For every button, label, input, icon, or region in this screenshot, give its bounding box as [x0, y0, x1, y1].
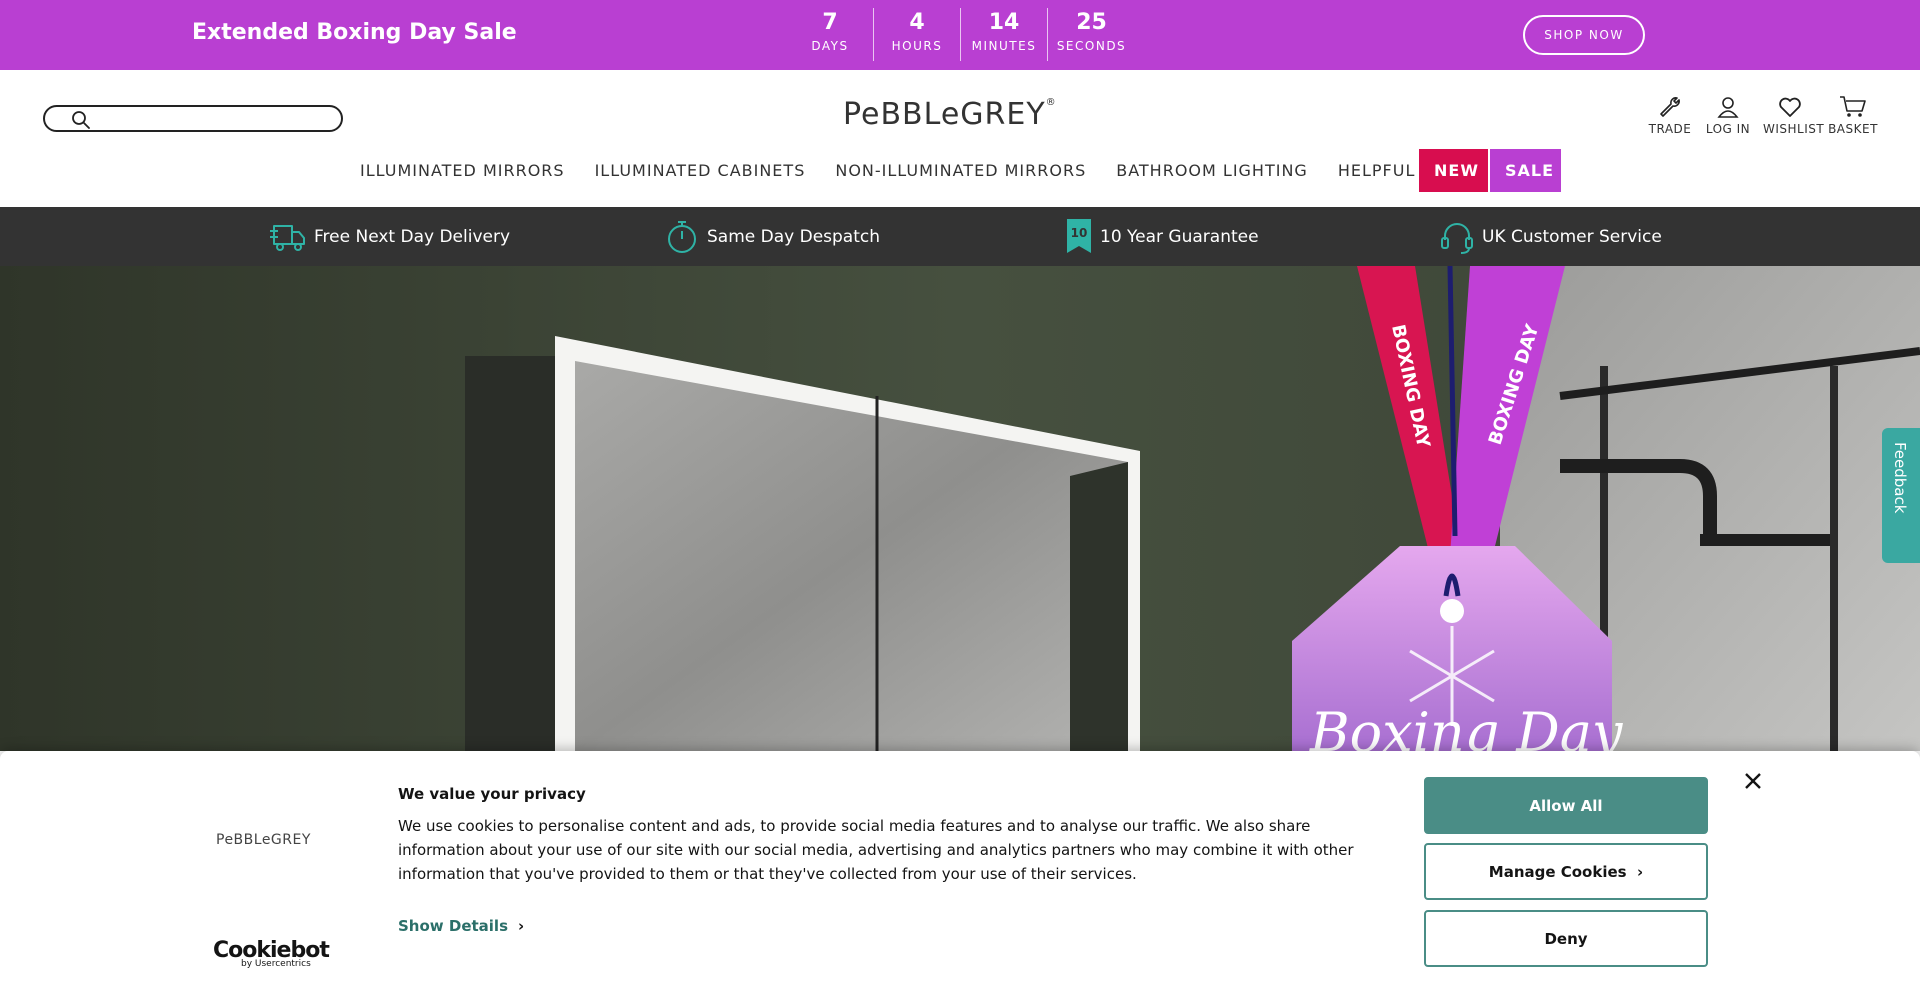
feedback-tab[interactable]: Feedback	[1882, 428, 1920, 563]
countdown-label: DAYS	[811, 39, 849, 53]
nav-sale[interactable]: SALE	[1490, 149, 1561, 192]
wishlist-link[interactable]: WISHLIST	[1763, 94, 1824, 140]
search-input[interactable]	[100, 109, 335, 128]
usp-label: Same Day Despatch	[707, 227, 881, 247]
tag-script-text: Boxing Day	[1309, 701, 1624, 751]
show-details-label: Show Details	[398, 917, 508, 935]
svg-text:10: 10	[1071, 226, 1088, 240]
allow-all-button[interactable]: Allow All	[1424, 777, 1708, 834]
trade-label: TRADE	[1648, 122, 1692, 136]
countdown-value: 4	[909, 10, 925, 35]
cookie-body: We use cookies to personalise content an…	[398, 817, 1354, 883]
show-details-link[interactable]: Show Details ›	[398, 917, 524, 935]
main-nav: ILLUMINATED MIRRORS ILLUMINATED CABINETS…	[360, 149, 1480, 192]
countdown-value: 14	[988, 10, 1020, 35]
cookiebot-sub: by Usercentrics	[241, 959, 311, 969]
usp-bar: Free Next Day Delivery Same Day Despatch…	[0, 207, 1920, 266]
chevron-right-icon: ›	[518, 917, 525, 935]
close-icon[interactable]	[1742, 770, 1764, 792]
guarantee-badge-icon: 10	[1067, 219, 1091, 253]
countdown-value: 25	[1076, 10, 1107, 35]
wrench-icon	[1660, 97, 1680, 117]
wishlist-label: WISHLIST	[1763, 122, 1825, 136]
usp-delivery: Free Next Day Delivery	[270, 217, 510, 257]
countdown-timer: 7 DAYS 4 HOURS 14 MINUTES 25 SECONDS	[787, 8, 1135, 61]
manage-cookies-label: Manage Cookies	[1488, 862, 1627, 881]
search-icon	[72, 111, 90, 129]
feedback-label: Feedback	[1891, 442, 1909, 514]
usp-guarantee: 10 10 Year Guarantee	[1064, 217, 1259, 257]
usp-despatch: Same Day Despatch	[663, 217, 880, 257]
manage-cookies-button[interactable]: Manage Cookies ›	[1424, 843, 1708, 900]
heart-icon	[1779, 97, 1801, 117]
basket-icon	[1840, 96, 1866, 117]
nav-non-illuminated-mirrors[interactable]: NON-ILLUMINATED MIRRORS	[835, 161, 1086, 180]
usp-label: 10 Year Guarantee	[1100, 227, 1259, 247]
trade-link[interactable]: TRADE	[1646, 94, 1694, 140]
promo-title: Extended Boxing Day Sale	[192, 20, 517, 45]
deny-button[interactable]: Deny	[1424, 910, 1708, 967]
basket-link[interactable]: BASKET	[1828, 94, 1878, 140]
usp-customer-service: UK Customer Service	[1438, 217, 1662, 257]
countdown-hours: 4 HOURS	[874, 8, 961, 61]
user-icon	[1717, 97, 1739, 118]
login-link[interactable]: LOG IN	[1703, 94, 1753, 140]
countdown-label: MINUTES	[971, 39, 1037, 53]
shop-now-button[interactable]: SHOP NOW	[1523, 15, 1645, 55]
nav-new[interactable]: NEW	[1419, 149, 1488, 192]
delivery-truck-icon	[270, 225, 305, 251]
stopwatch-icon	[668, 221, 696, 253]
countdown-label: SECONDS	[1056, 39, 1127, 53]
nav-bathroom-lighting[interactable]: BATHROOM LIGHTING	[1116, 161, 1308, 180]
countdown-days: 7 DAYS	[787, 8, 874, 61]
cookie-title: We value your privacy	[398, 785, 586, 803]
countdown-minutes: 14 MINUTES	[961, 8, 1048, 61]
site-logo[interactable]: PeBBLeGREY®	[843, 97, 1083, 133]
logo-registered: ®	[1045, 97, 1057, 108]
search-bar[interactable]	[43, 105, 343, 132]
logo-grey: GREY	[960, 97, 1046, 132]
hero-banner[interactable]: BOXING DAY BOXING DAY Boxing Day	[0, 266, 1920, 751]
basket-label: BASKET	[1828, 122, 1878, 136]
usp-label: Free Next Day Delivery	[314, 227, 511, 247]
login-label: LOG IN	[1705, 122, 1751, 136]
hero-image: BOXING DAY BOXING DAY Boxing Day	[0, 266, 1920, 751]
usp-label: UK Customer Service	[1482, 227, 1662, 247]
countdown-label: HOURS	[891, 39, 943, 53]
nav-illuminated-mirrors[interactable]: ILLUMINATED MIRRORS	[360, 161, 565, 180]
nav-illuminated-cabinets[interactable]: ILLUMINATED CABINETS	[595, 161, 806, 180]
promo-bar: Extended Boxing Day Sale 7 DAYS 4 HOURS …	[0, 0, 1920, 70]
chevron-right-icon: ›	[1631, 862, 1644, 881]
logo-pebble: PeBBLe	[843, 97, 961, 132]
countdown-seconds: 25 SECONDS	[1048, 8, 1135, 61]
countdown-value: 7	[822, 10, 838, 35]
headset-icon	[1441, 223, 1473, 254]
cookie-brand-logo: PeBBLeGREY	[216, 832, 311, 848]
